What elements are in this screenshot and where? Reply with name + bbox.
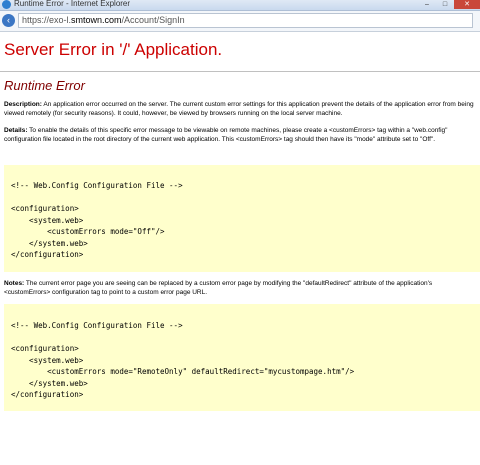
back-arrow-icon[interactable]: ‹: [2, 14, 15, 27]
code-text-off: <!-- Web.Config Configuration File --> <…: [11, 181, 183, 259]
minimize-button[interactable]: –: [418, 0, 436, 9]
url-domain: smtown.com: [71, 15, 122, 25]
url-prefix: https://exo-l.: [22, 15, 72, 25]
url-input[interactable]: https://exo-l.smtown.com/Account/SignIn: [18, 13, 473, 28]
code-text-remoteonly: <!-- Web.Config Configuration File --> <…: [11, 321, 355, 399]
notes-paragraph: Notes: The current error page you are se…: [4, 280, 476, 297]
notes-label: Notes:: [4, 280, 25, 287]
notes-text: The current error page you are seeing ca…: [4, 280, 433, 296]
description-paragraph: Description: An application error occurr…: [4, 101, 476, 118]
details-label: Details:: [4, 127, 28, 134]
description-text: An application error occurred on the ser…: [4, 101, 474, 117]
maximize-button[interactable]: □: [436, 0, 454, 9]
description-label: Description:: [4, 101, 42, 108]
window-controls: – □ ✕: [418, 0, 480, 10]
page-content: Server Error in '/' Application. Runtime…: [0, 31, 480, 465]
code-block-off: <!-- Web.Config Configuration File --> <…: [4, 165, 480, 272]
details-text: To enable the details of this specific e…: [4, 127, 448, 143]
window-titlebar: Runtime Error - Internet Explorer – □ ✕: [0, 0, 480, 11]
title-divider: [0, 71, 480, 72]
close-button[interactable]: ✕: [454, 0, 480, 9]
internet-explorer-icon: [2, 0, 11, 9]
url-text: https://exo-l.smtown.com/Account/SignIn: [22, 15, 185, 25]
details-paragraph: Details: To enable the details of this s…: [4, 127, 476, 144]
url-path: /Account/SignIn: [121, 15, 185, 25]
page-title: Server Error in '/' Application.: [4, 40, 223, 59]
code-block-remoteonly: <!-- Web.Config Configuration File --> <…: [4, 304, 480, 411]
window-title: Runtime Error - Internet Explorer: [14, 0, 131, 8]
error-subtitle: Runtime Error: [4, 78, 85, 93]
address-bar: ‹ https://exo-l.smtown.com/Account/SignI…: [0, 11, 480, 32]
